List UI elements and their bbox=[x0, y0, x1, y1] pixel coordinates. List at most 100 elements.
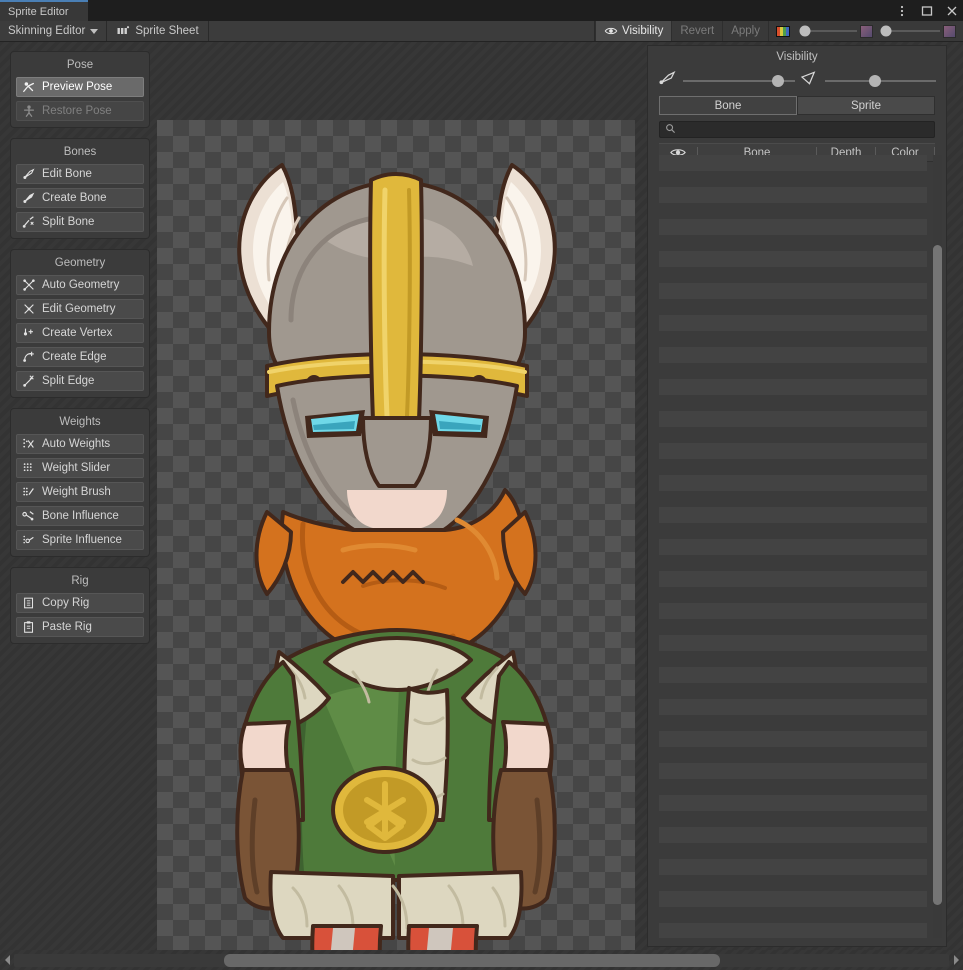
revert-button[interactable]: Revert bbox=[671, 21, 722, 41]
tool-edit-bone[interactable]: Edit Bone bbox=[16, 164, 144, 184]
visibility-list[interactable] bbox=[659, 155, 927, 938]
visibility-list-row[interactable] bbox=[659, 555, 927, 571]
toolbar-slider-b-track[interactable] bbox=[880, 25, 940, 37]
toolbar-slider-b[interactable] bbox=[880, 21, 963, 41]
visibility-list-row[interactable] bbox=[659, 923, 927, 938]
visibility-list-row[interactable] bbox=[659, 379, 927, 395]
visibility-list-row[interactable] bbox=[659, 667, 927, 683]
sprite-canvas[interactable] bbox=[157, 120, 635, 970]
visibility-list-row[interactable] bbox=[659, 827, 927, 843]
visibility-list-row[interactable] bbox=[659, 539, 927, 555]
toolbar-slider-a-track[interactable] bbox=[799, 25, 857, 37]
mesh-opacity-track[interactable] bbox=[824, 74, 936, 87]
tool-split-edge[interactable]: Split Edge bbox=[16, 371, 144, 391]
tool-sprite-influence[interactable]: Sprite Influence bbox=[16, 530, 144, 550]
visibility-list-row[interactable] bbox=[659, 619, 927, 635]
tab-sprite-sheet[interactable]: Sprite Sheet bbox=[107, 21, 209, 41]
visibility-list-row[interactable] bbox=[659, 795, 927, 811]
visibility-list-row[interactable] bbox=[659, 219, 927, 235]
visibility-list-row[interactable] bbox=[659, 363, 927, 379]
visibility-list-row[interactable] bbox=[659, 203, 927, 219]
tool-create-vertex[interactable]: Create Vertex bbox=[16, 323, 144, 343]
visibility-list-row[interactable] bbox=[659, 635, 927, 651]
visibility-list-row[interactable] bbox=[659, 395, 927, 411]
visibility-list-row[interactable] bbox=[659, 411, 927, 427]
tab-bone[interactable]: Bone bbox=[659, 96, 797, 115]
visibility-list-row[interactable] bbox=[659, 155, 927, 171]
tab-sprite[interactable]: Sprite bbox=[797, 96, 935, 115]
horizontal-scrollbar[interactable] bbox=[0, 950, 963, 970]
tool-preview-pose[interactable]: Preview Pose bbox=[16, 77, 144, 97]
visibility-toggle-button[interactable]: Visibility bbox=[595, 21, 672, 41]
color-channels-button[interactable] bbox=[768, 21, 797, 41]
kebab-menu-icon[interactable] bbox=[895, 4, 909, 18]
editor-mode-dropdown[interactable]: Skinning Editor bbox=[0, 21, 108, 41]
visibility-list-row[interactable] bbox=[659, 443, 927, 459]
visibility-list-row[interactable] bbox=[659, 171, 927, 187]
visibility-list-row[interactable] bbox=[659, 763, 927, 779]
visibility-list-row[interactable] bbox=[659, 651, 927, 667]
visibility-list-row[interactable] bbox=[659, 907, 927, 923]
visibility-list-row[interactable] bbox=[659, 299, 927, 315]
horizontal-scroll-track[interactable] bbox=[14, 953, 949, 967]
visibility-scroll-thumb[interactable] bbox=[933, 245, 942, 905]
visibility-list-row[interactable] bbox=[659, 315, 927, 331]
document-tab-sprite-editor[interactable]: Sprite Editor bbox=[0, 2, 88, 21]
tool-paste-rig[interactable]: Paste Rig bbox=[16, 617, 144, 637]
bone-opacity-slider[interactable] bbox=[659, 70, 795, 90]
mesh-opacity-knob[interactable] bbox=[868, 74, 881, 87]
close-icon[interactable] bbox=[945, 4, 959, 18]
visibility-list-row[interactable] bbox=[659, 747, 927, 763]
visibility-list-row[interactable] bbox=[659, 699, 927, 715]
visibility-list-row[interactable] bbox=[659, 715, 927, 731]
visibility-vertical-scrollbar[interactable] bbox=[933, 155, 942, 938]
tool-restore-pose[interactable]: Restore Pose bbox=[16, 101, 144, 121]
visibility-list-row[interactable] bbox=[659, 603, 927, 619]
bone-opacity-knob[interactable] bbox=[771, 74, 784, 87]
toolbar-slider-b-knob[interactable] bbox=[880, 25, 892, 37]
maximize-icon[interactable] bbox=[920, 4, 934, 18]
visibility-list-row[interactable] bbox=[659, 427, 927, 443]
visibility-list-row[interactable] bbox=[659, 251, 927, 267]
bone-opacity-track[interactable] bbox=[683, 74, 795, 87]
visibility-list-row[interactable] bbox=[659, 267, 927, 283]
visibility-list-row[interactable] bbox=[659, 507, 927, 523]
visibility-list-row[interactable] bbox=[659, 587, 927, 603]
visibility-list-row[interactable] bbox=[659, 779, 927, 795]
mesh-opacity-slider[interactable] bbox=[800, 71, 936, 90]
visibility-list-row[interactable] bbox=[659, 571, 927, 587]
visibility-list-row[interactable] bbox=[659, 523, 927, 539]
tool-auto-weights[interactable]: Auto Weights bbox=[16, 434, 144, 454]
tool-create-bone[interactable]: Create Bone bbox=[16, 188, 144, 208]
visibility-search-input[interactable] bbox=[676, 122, 934, 137]
tool-create-edge[interactable]: Create Edge bbox=[16, 347, 144, 367]
tool-weight-brush[interactable]: Weight Brush bbox=[16, 482, 144, 502]
search-box[interactable] bbox=[659, 121, 935, 138]
visibility-list-row[interactable] bbox=[659, 843, 927, 859]
visibility-list-row[interactable] bbox=[659, 491, 927, 507]
visibility-list-row[interactable] bbox=[659, 347, 927, 363]
visibility-list-row[interactable] bbox=[659, 875, 927, 891]
visibility-list-row[interactable] bbox=[659, 331, 927, 347]
tool-edit-geometry[interactable]: Edit Geometry bbox=[16, 299, 144, 319]
tool-split-bone[interactable]: Split Bone bbox=[16, 212, 144, 232]
visibility-list-row[interactable] bbox=[659, 235, 927, 251]
visibility-list-row[interactable] bbox=[659, 811, 927, 827]
tool-weight-slider[interactable]: Weight Slider bbox=[16, 458, 144, 478]
visibility-list-row[interactable] bbox=[659, 459, 927, 475]
apply-button[interactable]: Apply bbox=[722, 21, 768, 41]
tool-bone-influence[interactable]: Bone Influence bbox=[16, 506, 144, 526]
visibility-list-row[interactable] bbox=[659, 891, 927, 907]
scroll-right-arrow-icon[interactable] bbox=[949, 950, 963, 970]
visibility-list-row[interactable] bbox=[659, 683, 927, 699]
visibility-list-row[interactable] bbox=[659, 187, 927, 203]
visibility-list-row[interactable] bbox=[659, 731, 927, 747]
horizontal-scroll-thumb[interactable] bbox=[224, 953, 720, 967]
toolbar-slider-a[interactable] bbox=[797, 21, 880, 41]
tool-auto-geometry[interactable]: Auto Geometry bbox=[16, 275, 144, 295]
visibility-list-row[interactable] bbox=[659, 475, 927, 491]
tool-copy-rig[interactable]: Copy Rig bbox=[16, 593, 144, 613]
visibility-list-row[interactable] bbox=[659, 283, 927, 299]
visibility-list-row[interactable] bbox=[659, 859, 927, 875]
toolbar-slider-a-knob[interactable] bbox=[799, 25, 811, 37]
